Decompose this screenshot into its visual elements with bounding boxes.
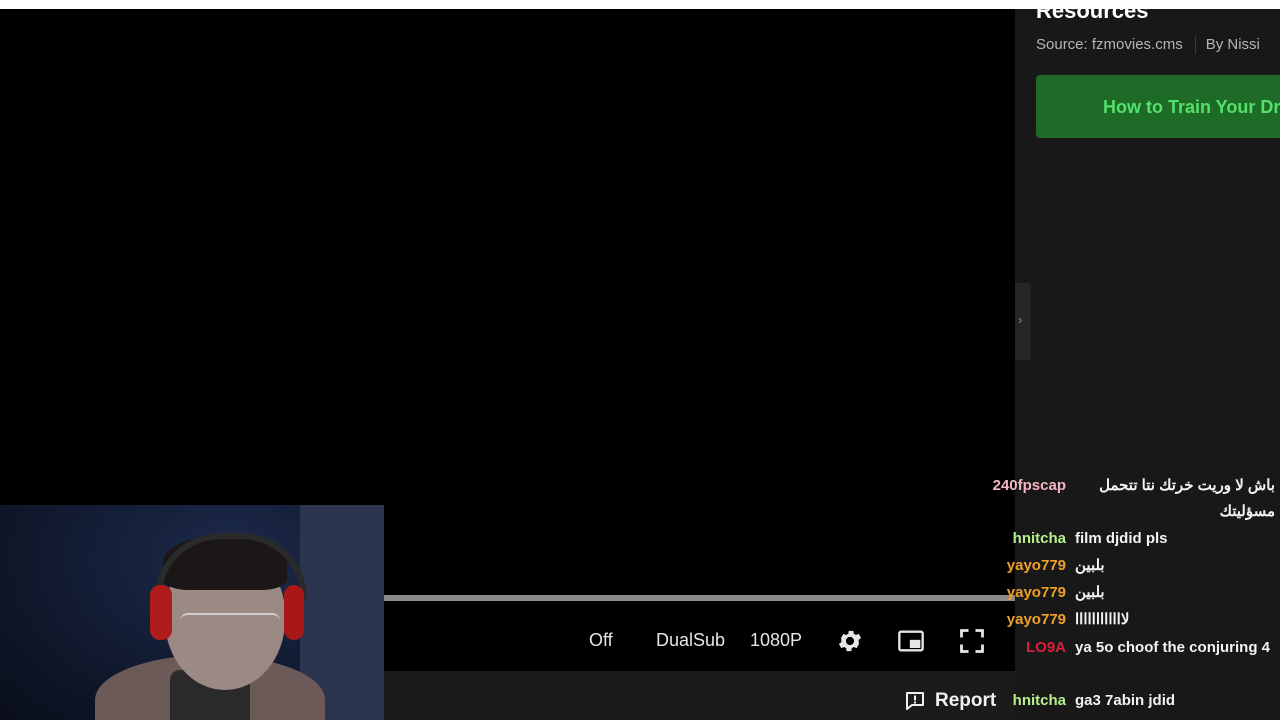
headset-left-earcup xyxy=(150,585,172,640)
chat-username: yayo779 xyxy=(1006,557,1066,574)
meta-divider xyxy=(1194,36,1196,55)
chat-text: بلبين xyxy=(1075,557,1105,574)
chevron-right-icon: › xyxy=(1018,312,1023,327)
chat-username: yayo779 xyxy=(1006,584,1066,601)
quality-button[interactable]: 1080P xyxy=(750,630,802,651)
chat-username: hnitcha xyxy=(1012,692,1066,709)
sidebar-collapse-tab[interactable]: › xyxy=(1015,283,1031,360)
picture-in-picture-icon[interactable] xyxy=(896,627,926,655)
progress-fill xyxy=(384,595,1015,601)
resource-meta: Source: fzmovies.cms By Nissi xyxy=(1036,36,1260,55)
chat-text: ya 5o choof the conjuring 4 xyxy=(1075,639,1271,656)
chat-username: hnitcha xyxy=(1012,530,1066,547)
chat-text: بلبين xyxy=(1075,584,1105,601)
settings-gear-icon[interactable] xyxy=(835,627,865,655)
subtitles-off-button[interactable]: Off xyxy=(589,630,613,651)
chat-username: 240fpscap xyxy=(992,477,1066,494)
chat-text: film djdid pls xyxy=(1075,530,1168,547)
watch-movie-button[interactable]: How to Train Your Dr xyxy=(1036,75,1280,138)
webcam-overlay xyxy=(0,505,384,720)
watch-movie-label: How to Train Your Dr xyxy=(1103,97,1280,117)
author-text: By Nissi xyxy=(1205,36,1260,53)
dualsub-button[interactable]: DualSub xyxy=(656,630,725,651)
chat-text: لاااااااااااا xyxy=(1075,611,1130,628)
chat-username: LO9A xyxy=(1025,639,1066,656)
source-text: Source: fzmovies.cms xyxy=(1036,36,1183,53)
chat-overlay: 240fpscap باش لا وريت خرتك نتا تتحمل مسؤ… xyxy=(980,445,1280,720)
chat-text: ga3 7abin jdid xyxy=(1075,692,1176,709)
headset-right-earcup xyxy=(284,585,304,640)
chat-text: باش لا وريت خرتك نتا تتحمل مسؤليتك xyxy=(1099,477,1275,520)
resources-title: Resources xyxy=(1036,0,1149,23)
webcam-glasses xyxy=(180,613,280,637)
chat-username: yayo779 xyxy=(1006,611,1066,628)
progress-bar[interactable] xyxy=(384,595,1015,601)
report-icon xyxy=(906,692,924,710)
headset-band xyxy=(155,533,307,599)
